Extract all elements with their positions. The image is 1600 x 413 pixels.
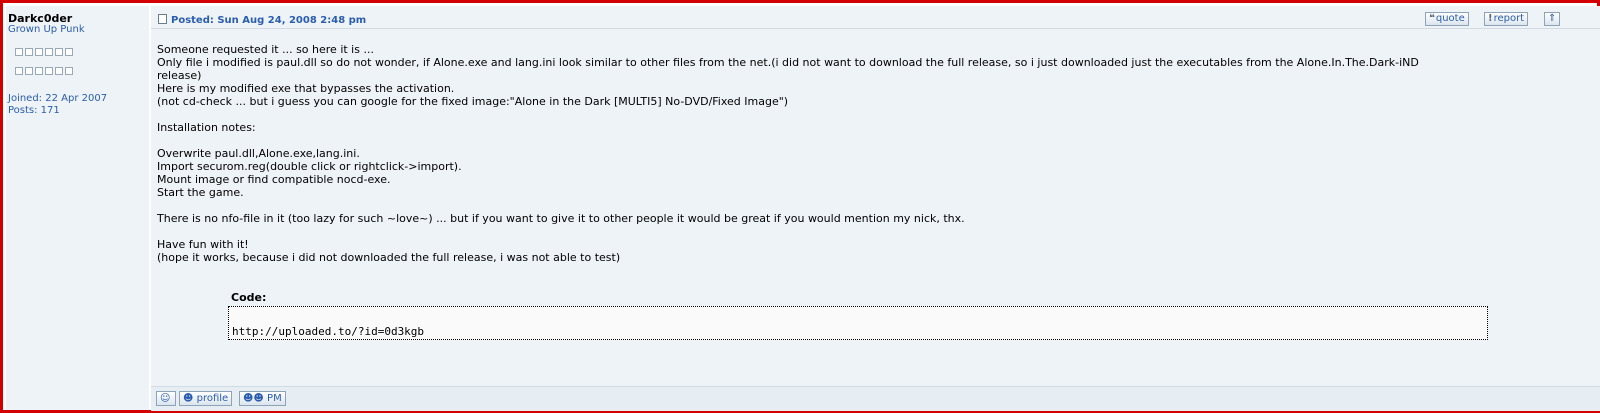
pm-button[interactable]: ☻☻ PM <box>239 391 286 406</box>
message-line: Mount image or find compatible nocd-exe. <box>157 173 391 186</box>
author-joined: Joined: 22 Apr 2007 <box>8 93 108 104</box>
report-icon: ! <box>1488 13 1493 24</box>
post-message: Someone requested it ... so here it is .… <box>157 43 1587 264</box>
pm-label: PM <box>267 393 282 404</box>
post-icon <box>158 14 167 24</box>
message-line: There is no nfo-file in it (too lazy for… <box>157 212 965 225</box>
message-line: release) <box>157 69 202 82</box>
report-button[interactable]: !report <box>1484 12 1529 26</box>
pm-icon: ☻☻ <box>243 393 264 404</box>
post-footer: ☺ ☻ profile ☻☻ PM <box>151 386 1600 411</box>
message-line: Start the game. <box>157 186 244 199</box>
message-line: Someone requested it ... so here it is .… <box>157 43 374 56</box>
message-line: (not cd-check ... but i guess you can go… <box>157 95 789 108</box>
message-line: (hope it works, because i did not downlo… <box>157 251 621 264</box>
arrow-up-icon: ⇑ <box>1548 13 1557 24</box>
message-line: Here is my modified exe that bypasses th… <box>157 82 455 95</box>
status-icon: ☺ <box>160 393 171 404</box>
code-block[interactable]: http://uploaded.to/?id=0d3kgb <box>228 306 1488 340</box>
quote-label: quote <box>1435 13 1465 24</box>
post-header: Posted: Sun Aug 24, 2008 2:48 pm ❝quote … <box>151 6 1600 29</box>
author-panel: Darkc0der Grown Up Punk Joined: 22 Apr 2… <box>6 6 149 410</box>
quote-button[interactable]: ❝quote <box>1425 12 1469 26</box>
back-to-top-button[interactable]: ⇑ <box>1544 12 1561 26</box>
profile-label: profile <box>196 393 229 404</box>
profile-button[interactable]: ☻ profile <box>179 391 233 406</box>
online-status-button[interactable]: ☺ <box>156 391 176 406</box>
post-body-panel: Posted: Sun Aug 24, 2008 2:48 pm ❝quote … <box>151 6 1600 411</box>
code-label: Code: <box>231 291 267 304</box>
report-label: report <box>1493 13 1525 24</box>
author-rank: Grown Up Punk <box>8 24 85 35</box>
message-line: Overwrite paul.dll,Alone.exe,lang.ini. <box>157 147 360 160</box>
author-posts: Posts: 171 <box>8 105 60 116</box>
post-frame: Darkc0der Grown Up Punk Joined: 22 Apr 2… <box>0 0 1600 413</box>
message-line: Have fun with it! <box>157 238 249 251</box>
message-line: Only file i modified is paul.dll so do n… <box>157 56 1419 69</box>
profile-icon: ☻ <box>183 393 194 404</box>
rank-image <box>15 41 75 79</box>
quote-icon: ❝ <box>1429 13 1435 24</box>
message-line: Import securom.reg(double click or right… <box>157 160 462 173</box>
message-line: Installation notes: <box>157 121 256 134</box>
code-text[interactable]: http://uploaded.to/?id=0d3kgb <box>232 325 424 338</box>
posted-date: Posted: Sun Aug 24, 2008 2:48 pm <box>171 15 367 26</box>
